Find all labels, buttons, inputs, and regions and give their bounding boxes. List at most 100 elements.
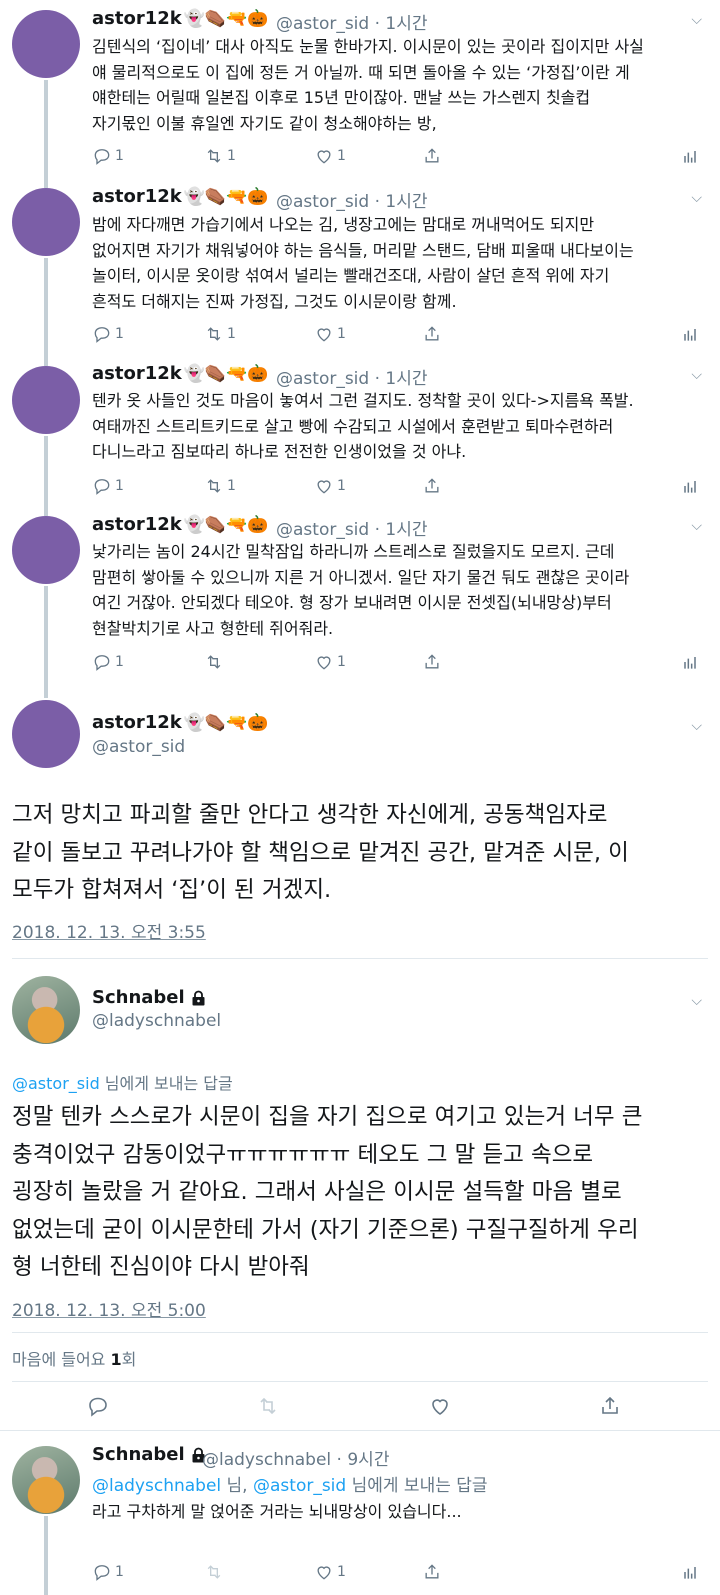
tweet-timestamp[interactable]: 2018. 12. 13. 오전 5:00 xyxy=(12,1296,206,1321)
retweet-button[interactable] xyxy=(204,1562,224,1582)
share-button[interactable] xyxy=(422,146,442,166)
share-icon xyxy=(425,1564,439,1579)
thread-line xyxy=(44,258,48,366)
mention-link[interactable]: @astor_sid xyxy=(253,1476,346,1496)
mention-link[interactable]: @ladyschnabel xyxy=(92,1476,221,1496)
share-icon xyxy=(425,148,439,163)
author-handle[interactable]: @astor_sid · 1시간 xyxy=(276,187,428,212)
retweet-button[interactable] xyxy=(256,1394,280,1422)
like-count: 1 xyxy=(337,478,346,494)
share-button[interactable] xyxy=(422,476,442,496)
reply-icon xyxy=(94,327,110,343)
retweet-button[interactable]: 1 xyxy=(204,146,236,166)
retweet-icon xyxy=(260,1397,276,1415)
chevron-down-icon[interactable]: ⌵ xyxy=(691,190,702,206)
author-emojis: 👻⚰️🔫🎃 xyxy=(183,515,269,535)
avatar[interactable] xyxy=(12,1446,80,1514)
tweet-time: 1시간 xyxy=(385,192,428,212)
tweet-text: 텐카 옷 사들인 것도 마음이 놓여서 그런 걸지도. 정착할 곳이 있다->지… xyxy=(92,391,634,461)
author-name[interactable]: Schnabel xyxy=(92,1444,206,1465)
author-handle[interactable]: @astor_sid · 1시간 xyxy=(276,515,428,540)
reply-context: @astor_sid 님에게 보내는 답글 xyxy=(12,1070,233,1094)
retweet-count: 1 xyxy=(227,148,236,164)
like-count: 1 xyxy=(337,1564,346,1580)
reply-context-label: 님, xyxy=(221,1476,253,1496)
retweet-button[interactable]: 1 xyxy=(204,324,236,344)
share-button[interactable] xyxy=(422,652,442,672)
share-button[interactable] xyxy=(422,324,442,344)
tweet-text: 정말 텐카 스스로가 시문이 집을 자기 집으로 여기고 있는거 너무 큰 충격… xyxy=(12,1104,643,1280)
avatar[interactable] xyxy=(12,10,80,78)
author-name[interactable]: astor12k 👻⚰️🔫🎃 xyxy=(92,363,268,384)
share-button[interactable] xyxy=(598,1394,622,1422)
analytics-icon xyxy=(684,481,696,493)
avatar[interactable] xyxy=(12,516,80,584)
reply-button[interactable]: 1 xyxy=(92,652,124,672)
analytics-button[interactable] xyxy=(680,324,700,344)
reply-icon xyxy=(94,149,110,165)
thread-line xyxy=(44,436,48,516)
analytics-button[interactable] xyxy=(680,146,700,166)
like-button[interactable] xyxy=(428,1394,452,1422)
avatar[interactable] xyxy=(12,188,80,256)
chevron-down-icon[interactable]: ⌵ xyxy=(691,718,702,734)
analytics-icon xyxy=(684,151,696,163)
reply-button[interactable]: 1 xyxy=(92,324,124,344)
reply-icon xyxy=(94,655,110,671)
author-name[interactable]: astor12k 👻⚰️🔫🎃 xyxy=(92,514,268,535)
share-button[interactable] xyxy=(422,1562,442,1582)
author-handle[interactable]: @ladyschnabel · 9시간 xyxy=(202,1445,389,1470)
tweet-actions: 1 1 xyxy=(92,1562,702,1584)
heart-icon xyxy=(317,1566,331,1580)
analytics-button[interactable] xyxy=(680,652,700,672)
author-handle[interactable]: @astor_sid · 1시간 xyxy=(276,364,428,389)
author-name[interactable]: astor12k 👻⚰️🔫🎃 xyxy=(92,8,268,29)
divider xyxy=(12,1381,708,1382)
tweet-time: 1시간 xyxy=(385,14,428,34)
reply-count: 1 xyxy=(115,326,124,342)
tweet-time: 1시간 xyxy=(385,520,428,540)
author-handle[interactable]: @astor_sid xyxy=(92,737,185,757)
author-name[interactable]: astor12k 👻⚰️🔫🎃 xyxy=(92,186,268,207)
likes-stat[interactable]: 마음에 들어요 1회 xyxy=(12,1346,136,1370)
reply-button[interactable]: 1 xyxy=(92,146,124,166)
like-button[interactable]: 1 xyxy=(314,146,346,166)
like-button[interactable]: 1 xyxy=(314,652,346,672)
mention-link[interactable]: @astor_sid xyxy=(12,1074,100,1093)
author-handle[interactable]: @ladyschnabel xyxy=(92,1011,221,1031)
avatar[interactable] xyxy=(12,976,80,1044)
like-count: 1 xyxy=(337,148,346,164)
like-button[interactable]: 1 xyxy=(314,324,346,344)
retweet-button[interactable] xyxy=(204,652,227,672)
retweet-button[interactable]: 1 xyxy=(204,476,236,496)
chevron-down-icon[interactable]: ⌵ xyxy=(691,993,702,1009)
reply-button[interactable]: 1 xyxy=(92,476,124,496)
avatar[interactable] xyxy=(12,366,80,434)
like-count: 1 xyxy=(337,326,346,342)
heart-icon xyxy=(317,328,331,342)
likes-count: 1 xyxy=(110,1350,122,1369)
chevron-down-icon[interactable]: ⌵ xyxy=(691,367,702,383)
author-emojis: 👻⚰️🔫🎃 xyxy=(183,187,269,207)
tweet-timestamp[interactable]: 2018. 12. 13. 오전 3:55 xyxy=(12,918,206,943)
tweet-actions: 1 1 1 xyxy=(92,324,702,346)
likes-label: 마음에 들어요 xyxy=(12,1350,111,1369)
chevron-down-icon[interactable]: ⌵ xyxy=(691,518,702,534)
analytics-button[interactable] xyxy=(680,476,700,496)
divider xyxy=(0,1430,720,1431)
author-name[interactable]: astor12k 👻⚰️🔫🎃 xyxy=(92,712,268,733)
author-name[interactable]: Schnabel xyxy=(92,987,206,1008)
tweet-actions: 1 1 1 xyxy=(92,476,702,498)
author-emojis: 👻⚰️🔫🎃 xyxy=(183,713,269,733)
like-button[interactable]: 1 xyxy=(314,1562,346,1582)
author-handle[interactable]: @astor_sid · 1시간 xyxy=(276,9,428,34)
reply-icon xyxy=(94,479,110,495)
like-button[interactable]: 1 xyxy=(314,476,346,496)
tweet-text: 낯가리는 놈이 24시간 밀착잠입 하라니까 스트레스로 질렀을지도 모르지. … xyxy=(92,542,630,638)
reply-count: 1 xyxy=(115,148,124,164)
analytics-button[interactable] xyxy=(680,1562,700,1582)
avatar[interactable] xyxy=(12,700,80,768)
chevron-down-icon[interactable]: ⌵ xyxy=(691,12,702,28)
reply-button[interactable] xyxy=(86,1394,110,1422)
reply-button[interactable]: 1 xyxy=(92,1562,124,1582)
